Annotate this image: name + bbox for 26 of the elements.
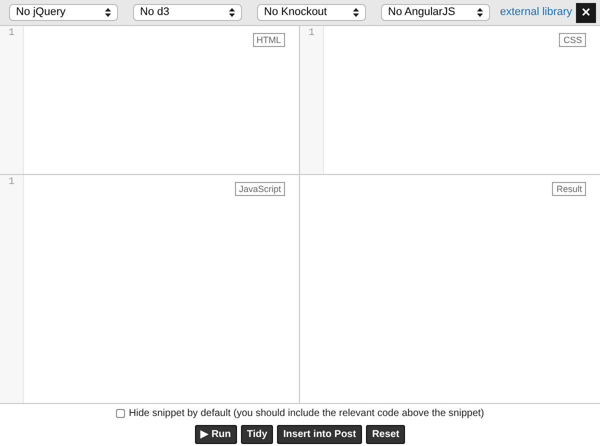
library-select[interactable]: No AngularJS <box>381 4 490 21</box>
panel-label: HTML <box>252 33 285 47</box>
line-number: 1 <box>8 177 14 189</box>
action-button[interactable]: Reset <box>366 425 406 444</box>
panel-label: CSS <box>559 33 586 47</box>
action-button[interactable]: Tidy <box>240 425 274 444</box>
close-button[interactable]: × <box>576 2 596 22</box>
library-select[interactable]: No Knockout <box>257 4 366 21</box>
code-editor[interactable]: 1 CSS <box>300 26 600 175</box>
code-editor[interactable]: 1 HTML <box>0 26 300 175</box>
action-button[interactable]: ▶ Run <box>194 425 237 444</box>
hide-snippet-checkbox[interactable] <box>116 409 125 418</box>
code-editor[interactable]: 1 JavaScript <box>0 175 300 403</box>
action-button[interactable]: Insert into Post <box>277 425 362 444</box>
checkbox-label: Hide snippet by default (you should include the relevant code above the snippet) <box>128 407 484 421</box>
external-library-link[interactable]: external library <box>500 4 572 21</box>
updown-icon <box>105 8 111 17</box>
library-select[interactable]: No jQuery <box>9 4 118 21</box>
line-number: 1 <box>8 28 14 40</box>
updown-icon <box>477 8 483 17</box>
updown-icon <box>353 8 359 17</box>
library-select[interactable]: No d3 <box>133 4 242 21</box>
line-number: 1 <box>308 28 314 40</box>
panel-label: JavaScript <box>234 182 285 196</box>
panel-label: Result <box>552 182 586 196</box>
updown-icon <box>229 8 235 17</box>
